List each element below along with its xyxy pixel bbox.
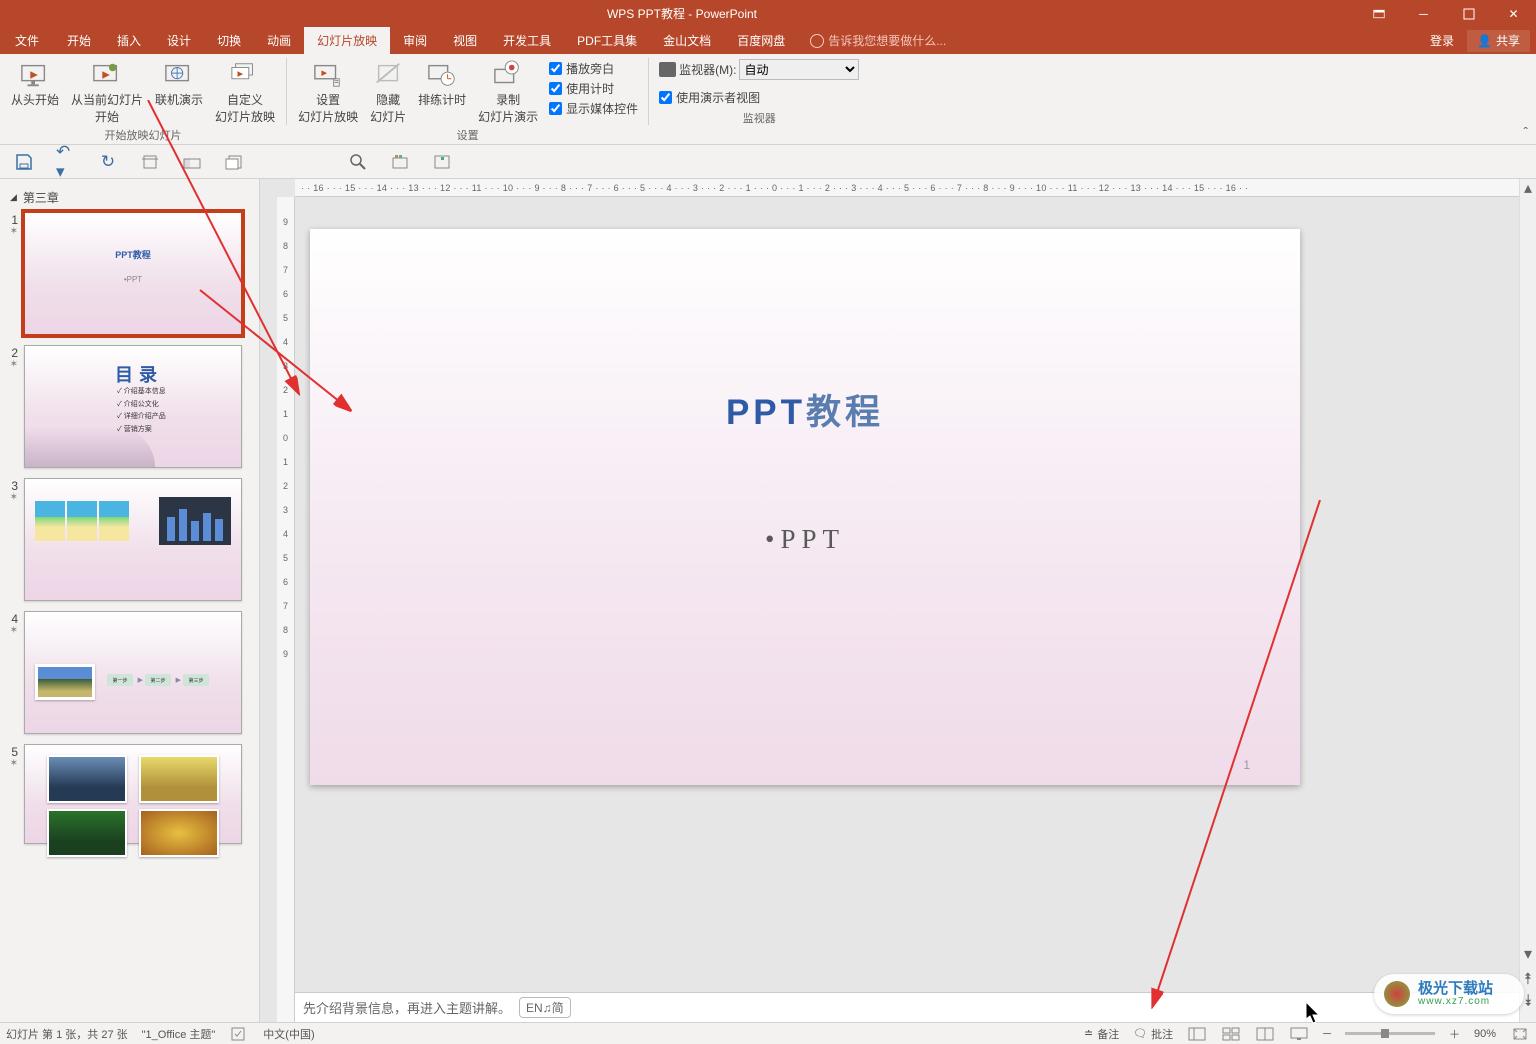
rehearse-icon [426,59,458,91]
record-icon [492,59,524,91]
tab-animation[interactable]: 动画 [254,27,304,54]
collapse-ribbon-icon[interactable]: ˆ [1523,124,1528,140]
zoom-out-button[interactable]: ─ [1323,1028,1331,1040]
tab-pdf[interactable]: PDF工具集 [564,27,650,54]
tab-file[interactable]: 文件 [0,27,54,54]
tab-review[interactable]: 审阅 [390,27,440,54]
setup-icon [312,59,344,91]
tab-insert[interactable]: 插入 [104,27,154,54]
window-title: WPS PPT教程 - PowerPoint [8,5,1356,22]
language-label[interactable]: 中文(中国) [263,1026,314,1042]
normal-view-icon[interactable] [1187,1026,1207,1042]
slide-thumb-5[interactable] [24,744,242,844]
ribbon-tabs: 文件 开始 插入 设计 切换 动画 幻灯片放映 审阅 视图 开发工具 PDF工具… [0,27,1536,54]
from-beginning-icon [19,59,51,91]
login-link[interactable]: 登录 [1417,32,1467,49]
notes-button[interactable]: ≐ 备注 [1084,1026,1119,1042]
fit-window-icon[interactable] [1510,1026,1530,1042]
cursor-icon [1306,1002,1324,1026]
slideshow-view-icon[interactable] [1289,1026,1309,1042]
monitor-select[interactable]: 自动 [739,59,859,80]
tab-transition[interactable]: 切换 [204,27,254,54]
ime-indicator[interactable]: EN♫简 [519,997,571,1018]
zoom-tool-icon[interactable] [348,152,368,172]
person-icon: 👤 [1477,34,1492,48]
slide-thumb-4[interactable]: 第一步第二步第三步 [24,611,242,734]
tab-kingsoft[interactable]: 金山文档 [650,27,724,54]
spellcheck-icon[interactable] [229,1026,249,1042]
sorter-view-icon[interactable] [1221,1026,1241,1042]
zoom-in-button[interactable]: ＋ [1449,1026,1460,1042]
rehearse-button[interactable]: 排练计时. [413,57,471,127]
slide-counter: 幻灯片 第 1 张，共 27 张 [6,1026,128,1042]
group-label-monitor: 监视器 [655,109,863,126]
online-icon [163,59,195,91]
tab-developer[interactable]: 开发工具 [490,27,564,54]
tab-design[interactable]: 设计 [154,27,204,54]
tab-baidu[interactable]: 百度网盘 [724,27,798,54]
tellme-search[interactable]: 告诉我您想要做什么... [798,27,946,54]
tab-slideshow[interactable]: 幻灯片放映 [304,27,390,54]
comments-button[interactable]: 🗨 批注 [1133,1026,1173,1042]
vertical-scrollbar[interactable]: ▴ ▾ ⯭ ⯯ [1519,179,1536,1022]
maximize-icon[interactable] [1446,0,1491,27]
use-timing-checkbox[interactable]: 使用计时 [549,79,638,98]
scroll-down-icon[interactable]: ▾ [1520,945,1536,962]
record-button[interactable]: 录制幻灯片演示 [473,57,543,127]
watermark-logo: 极光下载站www.xz7.com [1374,974,1524,1014]
zoom-percentage[interactable]: 90% [1474,1028,1496,1040]
play-narration-checkbox[interactable]: 播放旁白 [549,59,638,78]
theme-label: "1_Office 主题" [142,1026,216,1042]
ruler-horizontal[interactable]: · · 16 · · · 15 · · · 14 · · · 13 · · · … [295,179,1519,197]
scroll-up-icon[interactable]: ▴ [1520,179,1536,196]
monitor-select-row: 监视器(M): 自动 [659,59,859,80]
tab-home[interactable]: 开始 [54,27,104,54]
presenter-view-checkbox[interactable]: 使用演示者视图 [659,88,859,107]
show-media-checkbox[interactable]: 显示媒体控件 [549,99,638,118]
share-button[interactable]: 👤共享 [1467,30,1530,52]
zoom-slider[interactable] [1345,1032,1435,1035]
from-beginning-button[interactable]: 从头开始 [6,57,64,110]
custom-slideshow-icon [229,59,261,91]
qat-icon-9[interactable] [432,152,452,172]
save-icon[interactable] [14,152,34,172]
bulb-icon [810,34,824,48]
ribbon-display-options-icon[interactable] [1356,0,1401,27]
qat-icon-8[interactable] [390,152,410,172]
reading-view-icon[interactable] [1255,1026,1275,1042]
undo-icon[interactable]: ↶ ▾ [56,152,76,172]
minimize-icon[interactable]: ─ [1401,0,1446,27]
editor-area: · · 16 · · · 15 · · · 14 · · · 13 · · · … [260,179,1536,1022]
from-current-icon [91,59,123,91]
hide-slide-button[interactable]: 隐藏幻灯片 [365,57,411,127]
hide-slide-icon [372,59,404,91]
tab-view[interactable]: 视图 [440,27,490,54]
monitor-icon [659,62,676,77]
title-bar: WPS PPT教程 - PowerPoint ─ ✕ [0,0,1536,27]
close-icon[interactable]: ✕ [1491,0,1536,27]
slide-thumb-3[interactable] [24,478,242,601]
group-label-setup: 设置 [293,127,642,144]
